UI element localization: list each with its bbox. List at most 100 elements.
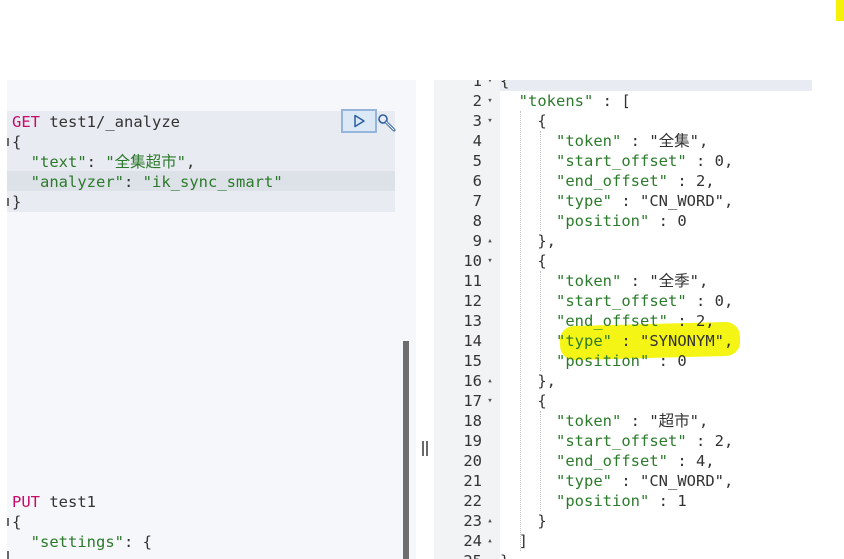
request-line[interactable]: GET test1/_analyze (12, 112, 180, 132)
line-number: 10 (463, 252, 482, 270)
body-open-brace: { (12, 133, 22, 151)
fold-marker[interactable] (7, 551, 9, 559)
line-number: 9 (472, 232, 482, 250)
line-number: 22 (463, 492, 482, 510)
json-key: "token" (556, 272, 622, 290)
line-number: 5 (472, 152, 482, 170)
response-line: "end_offset" : 2, (500, 171, 715, 191)
line-number: 11 (463, 272, 482, 290)
json-key: "type" (556, 472, 612, 490)
response-line: { (500, 112, 547, 130)
response-line: "position" : 0 (500, 351, 687, 371)
json-key: "token" (556, 132, 622, 150)
pane-splitter[interactable] (416, 80, 434, 559)
json-value: "全集超市" (105, 153, 187, 171)
line-number: 24 (463, 532, 482, 550)
line-number: 23 (463, 512, 482, 530)
request-editor[interactable]: GET test1/_analyze { "text": "全集超市", "an… (7, 80, 416, 559)
fold-up-icon[interactable]: ▴ (484, 371, 496, 391)
json-value: : "全集", (621, 132, 709, 150)
response-line: }, (500, 372, 556, 390)
json-value: : 0, (686, 152, 734, 170)
response-line: }, (500, 232, 556, 250)
active-line-highlight (500, 80, 812, 91)
json-value: : 2, (667, 172, 715, 190)
line-number: 21 (463, 472, 482, 490)
splitter-grip-icon[interactable] (422, 441, 428, 456)
response-line: "position" : 0 (500, 211, 687, 231)
json-key: "end_offset" (556, 312, 668, 330)
fold-down-icon[interactable]: ▾ (484, 91, 496, 111)
response-line: "end_offset" : 4, (500, 451, 715, 471)
response-line: "token" : "超市", (500, 411, 708, 431)
json-key: "end_offset" (556, 452, 668, 470)
line-number: 13 (463, 312, 482, 330)
fold-down-icon[interactable]: ▾ (484, 111, 496, 131)
response-line: { (500, 252, 547, 270)
json-key: "type" (556, 332, 612, 350)
fold-down-icon[interactable]: ▾ (484, 391, 496, 411)
json-value: "ik_sync_smart" (142, 173, 283, 191)
json-value: : "超市", (621, 412, 709, 430)
request-path: test1/_analyze (40, 113, 180, 131)
response-line: } (500, 512, 547, 530)
line-number: 14 (463, 332, 482, 350)
json-key: "position" (556, 212, 650, 230)
body-line-text: "text": "全集超市", (30, 153, 196, 171)
fold-down-icon[interactable]: ▾ (484, 251, 496, 271)
line-number: 8 (472, 212, 482, 230)
body-line-analyzer: "analyzer": "ik_sync_smart" (30, 173, 283, 191)
http-method: GET (12, 113, 40, 131)
response-line: "end_offset" : 2, (500, 311, 715, 331)
response-line: "token" : "全季", (500, 271, 708, 291)
json-value: : 2, (667, 312, 715, 330)
fold-down-icon[interactable]: ▾ (484, 80, 496, 91)
fold-up-icon[interactable]: ▴ (484, 531, 496, 551)
line-number: 12 (463, 292, 482, 310)
fold-up-icon[interactable]: ▴ (484, 231, 496, 251)
run-request-button[interactable] (341, 109, 377, 133)
wrench-icon[interactable] (377, 113, 397, 133)
json-value: : 0, (686, 292, 734, 310)
json-value: : "CN_WORD", (612, 192, 734, 210)
json-key: "position" (556, 352, 650, 370)
response-line: { (500, 392, 547, 410)
json-key: "start_offset" (556, 152, 687, 170)
fold-up-icon[interactable]: ▴ (484, 511, 496, 531)
fold-marker[interactable] (7, 518, 9, 526)
response-line: ] (500, 532, 528, 550)
editor-scrollbar[interactable] (403, 341, 409, 559)
response-line: "start_offset" : 0, (500, 291, 733, 311)
line-number: 2 (472, 92, 482, 110)
json-value: : 2, (686, 432, 734, 450)
play-icon (354, 114, 365, 128)
json-key: "start_offset" (556, 432, 687, 450)
json-key: "settings" (30, 533, 124, 551)
request-line[interactable]: PUT test1 (12, 492, 96, 512)
line-number: 1 (472, 80, 482, 90)
json-key: "type" (556, 192, 612, 210)
response-viewer[interactable]: 1 ▾{2 ▾ "tokens" : [3 ▾ {4 "token" : "全集", 5… (434, 80, 812, 559)
json-value: : 1 (649, 492, 687, 510)
json-key: "text" (30, 153, 87, 171)
json-value: : "SYNONYM", (612, 332, 734, 350)
line-number: 15 (463, 352, 482, 370)
response-line: } (500, 551, 509, 559)
fold-marker[interactable] (7, 198, 9, 206)
response-line: "type" : "SYNONYM", (500, 331, 733, 351)
response-line: "token" : "全集", (500, 131, 708, 151)
json-value: : "全季", (621, 272, 709, 290)
json-key: "token" (556, 412, 622, 430)
line-number: 17 (463, 392, 482, 410)
response-line: "start_offset" : 2, (500, 431, 733, 451)
response-line: "start_offset" : 0, (500, 151, 733, 171)
body-close-brace: } (12, 193, 22, 211)
line-number: 7 (472, 192, 482, 210)
request-path: test1 (40, 493, 96, 511)
yellow-corner-mark (836, 0, 844, 21)
line-number: 25 (434, 551, 482, 559)
line-number: 16 (463, 372, 482, 390)
json-value: : 0 (649, 352, 687, 370)
line-number: 3 (472, 112, 482, 130)
fold-marker[interactable] (7, 138, 9, 146)
